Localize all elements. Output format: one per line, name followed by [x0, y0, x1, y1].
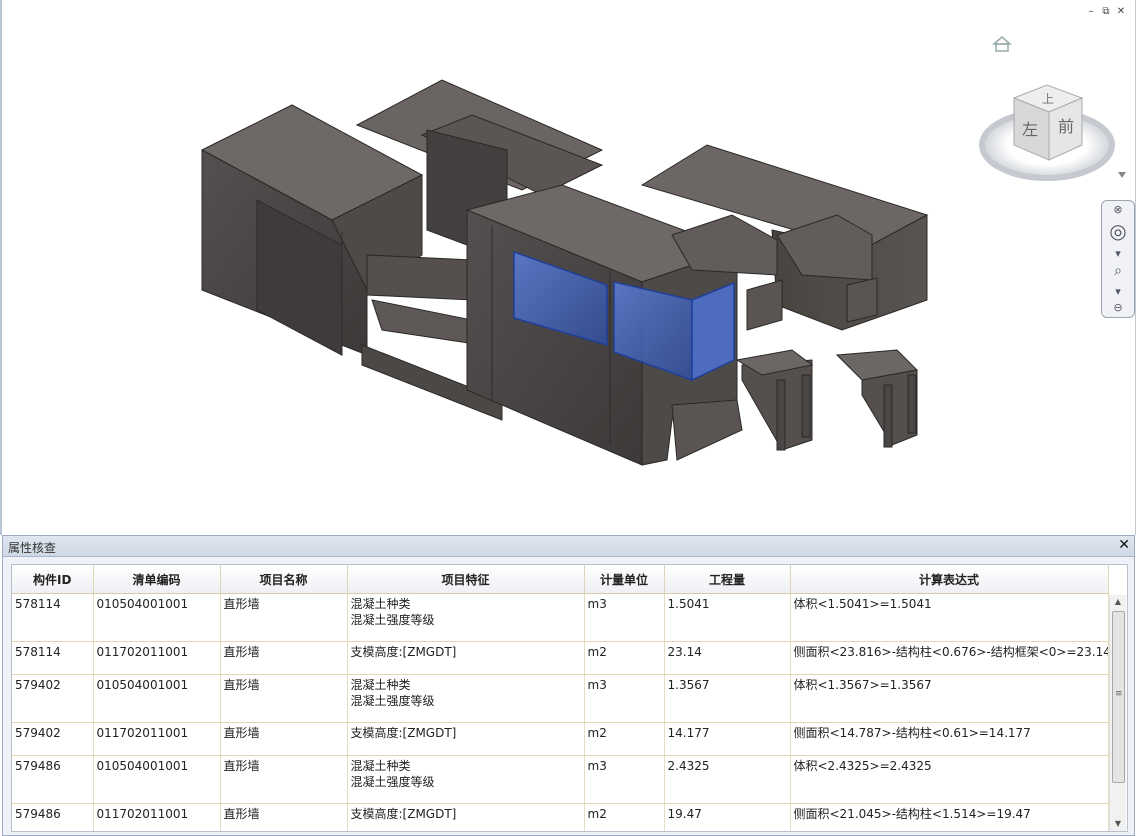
- 3d-viewport[interactable]: – ⧉ ✕ 上 左 前 ⊗ ◎ ▾ ⌕ ▾ ⊖: [0, 0, 1136, 535]
- cell-unit: m3: [584, 674, 665, 723]
- cell-item-name: 直形墙: [220, 755, 348, 804]
- cell-quantity: 14.177: [664, 722, 791, 756]
- cell-item-feature: 混凝土种类 混凝土强度等级: [347, 755, 585, 804]
- panel-close-icon[interactable]: ✕: [1118, 538, 1130, 552]
- cell-expression: 体积<1.5041>=1.5041: [790, 593, 1109, 642]
- table-vertical-scrollbar[interactable]: ▲ ≡ ▼: [1109, 595, 1126, 831]
- column-header-unit[interactable]: 计量单位: [584, 565, 665, 594]
- cell-item-feature: 混凝土种类 混凝土强度等级: [347, 593, 585, 642]
- table-row[interactable]: 578114 010504001001 直形墙 混凝土种类 混凝土强度等级 m3…: [12, 593, 1109, 642]
- column-header-item-name[interactable]: 项目名称: [220, 565, 348, 594]
- scrollbar-thumb[interactable]: ≡: [1112, 611, 1125, 783]
- column-header-expression[interactable]: 计算表达式: [790, 565, 1109, 594]
- cell-bill-code: 011702011001: [93, 641, 221, 675]
- viewcube[interactable]: 上 左 前: [979, 84, 1126, 181]
- home-icon[interactable]: [992, 36, 1012, 52]
- panel-title: 属性核查: [8, 541, 57, 555]
- cell-quantity: 19.47: [664, 803, 791, 831]
- panel-header: 属性核查 ✕: [3, 536, 1134, 557]
- cell-quantity: 2.4325: [664, 755, 791, 804]
- table-header-row: 构件ID 清单编码 项目名称 项目特征 计量单位 工程量 计算表达式: [12, 565, 1109, 594]
- cell-unit: m3: [584, 593, 665, 642]
- cell-item-name: 直形墙: [220, 803, 348, 831]
- column-header-quantity[interactable]: 工程量: [664, 565, 791, 594]
- cell-quantity: 23.14: [664, 641, 791, 675]
- scrollbar-grip-icon: ≡: [1115, 689, 1123, 699]
- cell-expression: 侧面积<21.045>-结构柱<1.514>=19.47: [790, 803, 1109, 831]
- cell-bill-code: 011702011001: [93, 722, 221, 756]
- cell-expression: 侧面积<23.816>-结构柱<0.676>-结构框架<0>=23.14: [790, 641, 1109, 675]
- cell-unit: m2: [584, 641, 665, 675]
- cell-expression: 体积<1.3567>=1.3567: [790, 674, 1109, 723]
- cell-item-feature: 支模高度:[ZMGDT]: [347, 722, 585, 756]
- navigation-bar: ⊗ ◎ ▾ ⌕ ▾ ⊖: [1101, 200, 1135, 318]
- table-row[interactable]: 579486 010504001001 直形墙 混凝土种类 混凝土强度等级 m3…: [12, 755, 1109, 804]
- cell-item-name: 直形墙: [220, 641, 348, 675]
- cell-bill-code: 010504001001: [93, 755, 221, 804]
- cell-expression: 侧面积<14.787>-结构柱<0.61>=14.177: [790, 722, 1109, 756]
- table-row[interactable]: 579402 010504001001 直形墙 混凝土种类 混凝土强度等级 m3…: [12, 674, 1109, 723]
- cell-component-id: 579402: [12, 674, 94, 723]
- zoom-region-icon[interactable]: ⌕: [1106, 263, 1130, 279]
- table-row[interactable]: 579486 011702011001 直形墙 支模高度:[ZMGDT] m2 …: [12, 803, 1109, 831]
- viewcube-left-label: 左: [1022, 120, 1038, 139]
- cell-unit: m3: [584, 755, 665, 804]
- cell-bill-code: 010504001001: [93, 593, 221, 642]
- cell-item-feature: 支模高度:[ZMGDT]: [347, 641, 585, 675]
- cell-quantity: 1.3567: [664, 674, 791, 723]
- cell-bill-code: 010504001001: [93, 674, 221, 723]
- steering-wheel-dropdown-icon[interactable]: ▾: [1106, 247, 1130, 260]
- column-header-item-feature[interactable]: 项目特征: [347, 565, 585, 594]
- viewcube-top-label: 上: [1042, 92, 1054, 106]
- cell-unit: m2: [584, 722, 665, 756]
- nav-bar-options-icon[interactable]: ⊖: [1106, 301, 1130, 314]
- building-model[interactable]: 上 左 前: [2, 0, 1136, 535]
- column-header-bill-code[interactable]: 清单编码: [93, 565, 221, 594]
- cell-component-id: 579486: [12, 755, 94, 804]
- cell-expression: 体积<2.4325>=2.4325: [790, 755, 1109, 804]
- scroll-up-arrow-icon[interactable]: ▲: [1110, 595, 1126, 609]
- cell-component-id: 578114: [12, 593, 94, 642]
- scroll-down-arrow-icon[interactable]: ▼: [1110, 817, 1126, 831]
- cell-component-id: 578114: [12, 641, 94, 675]
- cell-component-id: 579486: [12, 803, 94, 831]
- cell-bill-code: 011702011001: [93, 803, 221, 831]
- property-table: 构件ID 清单编码 项目名称 项目特征 计量单位 工程量 计算表达式 57811…: [12, 565, 1109, 831]
- zoom-dropdown-icon[interactable]: ▾: [1106, 285, 1130, 298]
- table-row[interactable]: 578114 011702011001 直形墙 支模高度:[ZMGDT] m2 …: [12, 641, 1109, 675]
- cell-item-name: 直形墙: [220, 593, 348, 642]
- column-header-component-id[interactable]: 构件ID: [12, 565, 94, 594]
- cell-item-feature: 混凝土种类 混凝土强度等级: [347, 674, 585, 723]
- cell-item-feature: 支模高度:[ZMGDT]: [347, 803, 585, 831]
- steering-wheel-icon[interactable]: ◎: [1106, 219, 1130, 243]
- nav-bar-close-icon[interactable]: ⊗: [1106, 203, 1130, 216]
- cell-item-name: 直形墙: [220, 674, 348, 723]
- cell-unit: m2: [584, 803, 665, 831]
- viewcube-front-label: 前: [1058, 117, 1074, 136]
- table-row[interactable]: 579402 011702011001 直形墙 支模高度:[ZMGDT] m2 …: [12, 722, 1109, 756]
- property-table-container[interactable]: 构件ID 清单编码 项目名称 项目特征 计量单位 工程量 计算表达式 57811…: [11, 564, 1128, 832]
- cell-item-name: 直形墙: [220, 722, 348, 756]
- cell-component-id: 579402: [12, 722, 94, 756]
- property-check-panel: 属性核查 ✕ 构件ID 清单编码 项目名称 项目特征 计量单位 工程量 计算表达…: [2, 535, 1135, 836]
- cell-quantity: 1.5041: [664, 593, 791, 642]
